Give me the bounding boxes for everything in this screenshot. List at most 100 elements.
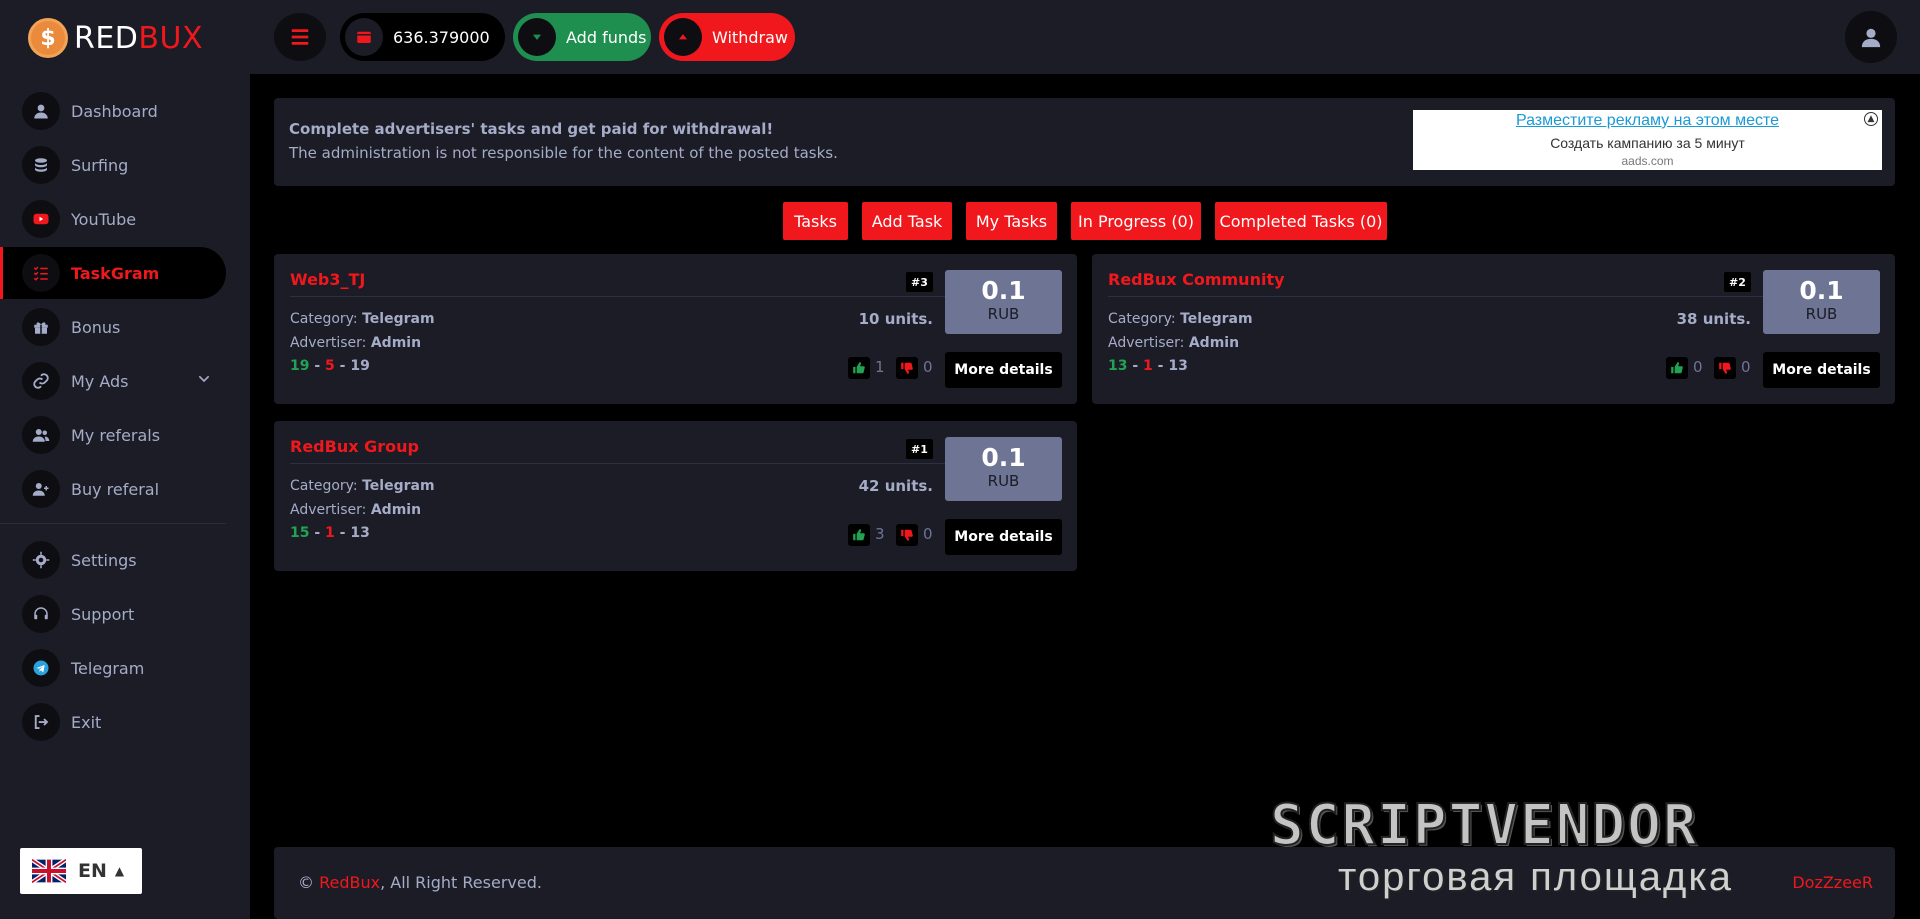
- avatar[interactable]: [1845, 11, 1897, 63]
- thumbs-up-icon[interactable]: [848, 357, 870, 379]
- sidebar-item-exit[interactable]: Exit: [0, 696, 226, 748]
- sidebar-item-bonus[interactable]: Bonus: [0, 301, 226, 353]
- task-card: Web3_TJ #3 Category: Telegram Advertiser…: [274, 254, 1077, 404]
- info-headline: Complete advertisers' tasks and get paid…: [289, 120, 774, 138]
- ad-subtitle: Создать кампанию за 5 минут: [1550, 135, 1745, 151]
- task-stats: 15 - 1 - 13: [290, 525, 370, 541]
- task-units: 10 units.: [858, 310, 933, 328]
- task-price: 0.1 RUB: [945, 270, 1062, 334]
- ad-domain: aads.com: [1621, 154, 1674, 168]
- dislike-count: 0: [923, 358, 933, 376]
- brand-name-part1: RED: [74, 20, 139, 56]
- sidebar-item-telegram[interactable]: Telegram: [0, 642, 226, 694]
- menu-toggle-button[interactable]: [274, 13, 326, 61]
- user-plus-icon: [22, 470, 60, 508]
- uk-flag-icon: [32, 859, 66, 883]
- gear-icon: [22, 541, 60, 579]
- sidebar-item-buy-referal[interactable]: Buy referal: [0, 463, 226, 515]
- sign-out-icon: [22, 703, 60, 741]
- watermark-subtitle: торговая площадка: [1338, 855, 1733, 899]
- sidebar-item-settings[interactable]: Settings: [0, 534, 226, 586]
- brand-name-part2: BUX: [138, 20, 203, 56]
- task-title[interactable]: RedBux Group: [290, 437, 419, 456]
- footer-brand-link[interactable]: RedBux: [319, 873, 380, 892]
- sidebar-item-my-referals[interactable]: My referals: [0, 409, 226, 461]
- dislike-count: 0: [923, 525, 933, 543]
- task-advertiser: Advertiser: Admin: [290, 335, 422, 351]
- youtube-icon: [22, 200, 60, 238]
- balance-value: 636.379000: [393, 27, 490, 47]
- tab-my-tasks[interactable]: My Tasks: [966, 202, 1057, 240]
- tab-add-task[interactable]: Add Task: [862, 202, 952, 240]
- thumbs-up-icon[interactable]: [1666, 357, 1688, 379]
- ad-close-icon[interactable]: ▲: [1864, 112, 1878, 126]
- brand-logo[interactable]: $ REDBUX: [28, 17, 203, 59]
- chevron-down-icon[interactable]: [196, 371, 212, 391]
- sidebar-item-my-ads[interactable]: My Ads: [0, 355, 226, 407]
- users-icon: [22, 416, 60, 454]
- thumbs-down-icon[interactable]: [896, 524, 918, 546]
- sidebar-item-dashboard[interactable]: Dashboard: [0, 85, 226, 137]
- watermark: SCRIPTVENDOR торговая площадка: [1269, 792, 1900, 908]
- tab-completed-tasks[interactable]: Completed Tasks (0): [1215, 202, 1387, 240]
- tab-in-progress[interactable]: In Progress (0): [1071, 202, 1201, 240]
- more-details-button[interactable]: More details: [945, 352, 1062, 388]
- ad-banner[interactable]: Разместите рекламу на этом месте Создать…: [1413, 110, 1882, 170]
- thumbs-up-icon[interactable]: [848, 524, 870, 546]
- task-title[interactable]: Web3_TJ: [290, 270, 365, 289]
- task-number-badge: #2: [1724, 272, 1751, 292]
- list-check-icon: [22, 254, 60, 292]
- task-stats: 13 - 1 - 13: [1108, 358, 1188, 374]
- sidebar-item-label: YouTube: [71, 209, 137, 229]
- task-card: RedBux Community #2 Category: Telegram A…: [1092, 254, 1895, 404]
- task-card: RedBux Group #1 Category: Telegram Adver…: [274, 421, 1077, 571]
- user-icon: [22, 92, 60, 130]
- sidebar-item-label: My Ads: [71, 371, 129, 391]
- task-units: 42 units.: [858, 477, 933, 495]
- ad-link[interactable]: Разместите рекламу на этом месте: [1413, 112, 1882, 130]
- task-category: Category: Telegram: [1108, 311, 1253, 327]
- task-stats: 19 - 5 - 19: [290, 358, 370, 374]
- like-count: 3: [875, 525, 885, 543]
- sidebar-item-label: TaskGram: [71, 263, 160, 283]
- info-disclaimer: The administration is not responsible fo…: [289, 144, 838, 162]
- task-price: 0.1 RUB: [945, 437, 1062, 501]
- sidebar-item-surfing[interactable]: Surfing: [0, 139, 226, 191]
- sidebar-item-label: Exit: [71, 712, 102, 732]
- sidebar-item-support[interactable]: Support: [0, 588, 226, 640]
- task-category: Category: Telegram: [290, 478, 435, 494]
- task-advertiser: Advertiser: Admin: [290, 502, 422, 518]
- more-details-button[interactable]: More details: [1763, 352, 1880, 388]
- task-price: 0.1 RUB: [1763, 270, 1880, 334]
- task-category: Category: Telegram: [290, 311, 435, 327]
- gift-icon: [22, 308, 60, 346]
- language-selector[interactable]: EN ▲: [20, 848, 142, 894]
- coin-icon: $: [28, 18, 68, 58]
- balance-display[interactable]: 636.379000: [340, 13, 505, 61]
- language-code: EN: [78, 860, 107, 882]
- sidebar-item-youtube[interactable]: YouTube: [0, 193, 226, 245]
- sidebar-item-label: Telegram: [71, 658, 145, 678]
- add-funds-button[interactable]: Add funds: [513, 13, 651, 61]
- user-icon: [1861, 28, 1881, 48]
- like-count: 1: [875, 358, 885, 376]
- tab-tasks[interactable]: Tasks: [783, 202, 848, 240]
- sidebar-item-taskgram[interactable]: TaskGram: [0, 247, 226, 299]
- sidebar-item-label: Surfing: [71, 155, 129, 175]
- card-divider: [290, 296, 950, 297]
- thumbs-down-icon[interactable]: [1714, 357, 1736, 379]
- thumbs-down-icon[interactable]: [896, 357, 918, 379]
- sidebar-item-label: Dashboard: [71, 101, 158, 121]
- card-divider: [1108, 296, 1768, 297]
- hamburger-icon: [291, 29, 309, 45]
- chevron-up-icon: ▲: [114, 864, 125, 878]
- task-title[interactable]: RedBux Community: [1108, 270, 1285, 289]
- withdraw-label: Withdraw: [712, 27, 788, 47]
- like-count: 0: [1693, 358, 1703, 376]
- link-icon: [22, 362, 60, 400]
- footer-copyright: © RedBux, All Right Reserved.: [298, 873, 542, 892]
- sidebar-item-label: Bonus: [71, 317, 121, 337]
- sidebar-item-label: Support: [71, 604, 135, 624]
- more-details-button[interactable]: More details: [945, 519, 1062, 555]
- withdraw-button[interactable]: Withdraw: [659, 13, 795, 61]
